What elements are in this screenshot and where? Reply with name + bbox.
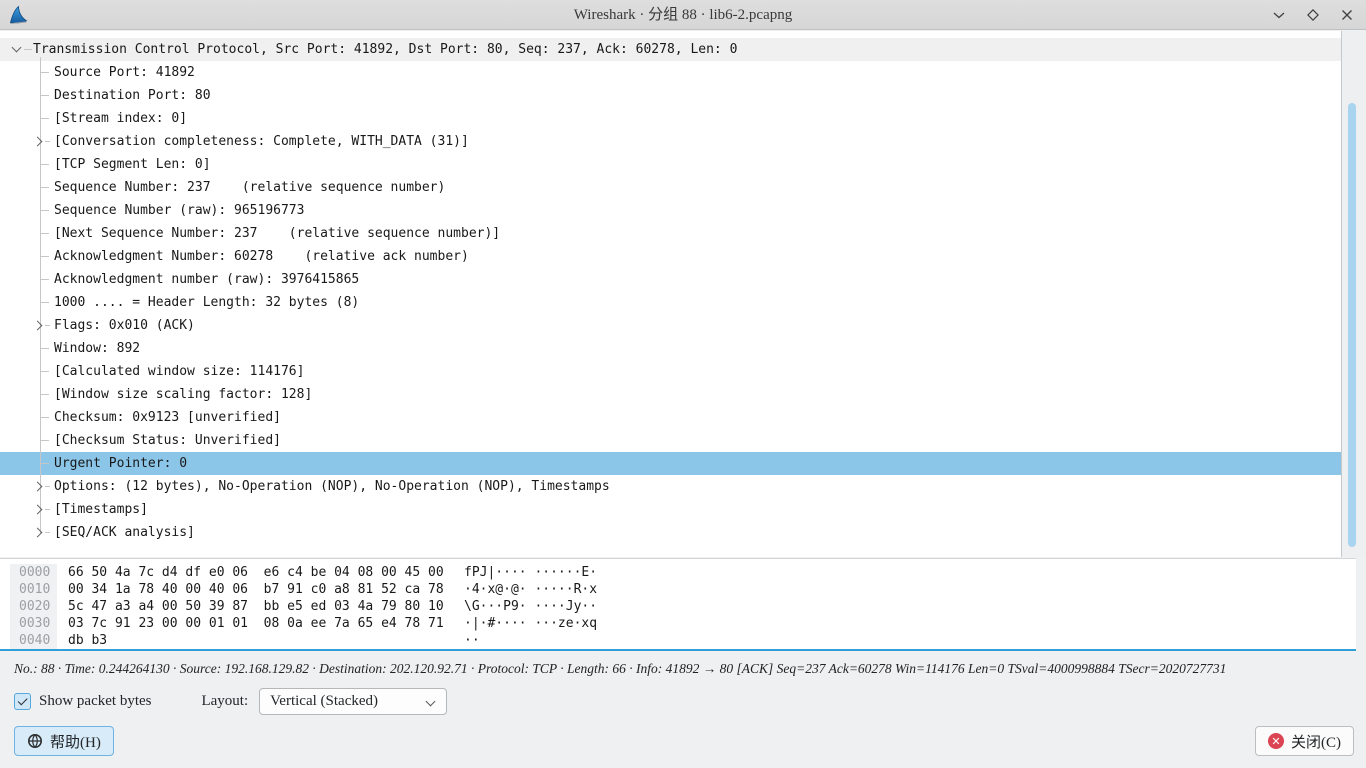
tree-row[interactable]: [Calculated window size: 114176]: [0, 360, 1341, 383]
hex-row[interactable]: 0000 66 50 4a 7c d4 df e0 06 e6 c4 be 04…: [0, 564, 1356, 581]
hex-row[interactable]: 0030 03 7c 91 23 00 00 01 01 08 0a ee 7a…: [0, 615, 1356, 632]
hex-ascii[interactable]: ·4·x@·@· ·····R·x: [464, 582, 597, 597]
tree-row[interactable]: Acknowledgment Number: 60278 (relative a…: [0, 245, 1341, 268]
tree-row[interactable]: [Conversation completeness: Complete, WI…: [0, 130, 1341, 153]
tree-row-selected[interactable]: Urgent Pointer: 0: [0, 452, 1341, 475]
close-icon: [1341, 9, 1353, 21]
packet-bytes-pane: 0000 66 50 4a 7c d4 df e0 06 e6 c4 be 04…: [0, 558, 1356, 651]
help-icon: [27, 733, 43, 749]
tree-row-label: Sequence Number: 237 (relative sequence …: [0, 180, 445, 195]
hex-offset: 0000: [10, 564, 57, 581]
tree-row-label: Transmission Control Protocol, Src Port:…: [0, 42, 737, 57]
tree-row-label: Source Port: 41892: [0, 65, 195, 80]
hex-offset: 0010: [10, 581, 57, 598]
close-dialog-button[interactable]: ✕ 关闭(C): [1255, 726, 1354, 756]
maximize-icon: [1306, 8, 1320, 22]
tree-row[interactable]: Window: 892: [0, 337, 1341, 360]
dialog-controls: Show packet bytes Layout: Vertical (Stac…: [14, 687, 447, 715]
tree-row-label: Options: (12 bytes), No-Operation (NOP),…: [0, 479, 610, 494]
tree-row-label: Flags: 0x010 (ACK): [0, 318, 195, 333]
tree-row[interactable]: Sequence Number: 237 (relative sequence …: [0, 176, 1341, 199]
tree-row[interactable]: Flags: 0x010 (ACK): [0, 314, 1341, 337]
tree-row[interactable]: Destination Port: 80: [0, 84, 1341, 107]
tree-row-label: [Next Sequence Number: 237 (relative seq…: [0, 226, 500, 241]
packet-detail-tree: Transmission Control Protocol, Src Port:…: [0, 31, 1341, 557]
tree-row-label: [SEQ/ACK analysis]: [0, 525, 195, 540]
tree-row[interactable]: Sequence Number (raw): 965196773: [0, 199, 1341, 222]
tree-row[interactable]: [Next Sequence Number: 237 (relative seq…: [0, 222, 1341, 245]
help-button[interactable]: 帮助(H): [14, 726, 114, 756]
hex-offset: 0020: [10, 598, 57, 615]
hex-row[interactable]: 0010 00 34 1a 78 40 00 40 06 b7 91 c0 a8…: [0, 581, 1356, 598]
tree-row[interactable]: Source Port: 41892: [0, 61, 1341, 84]
hex-offset: 0040: [10, 632, 57, 649]
show-packet-bytes-checkbox[interactable]: [14, 693, 31, 710]
hex-row[interactable]: 0020 5c 47 a3 a4 00 50 39 87 bb e5 ed 03…: [0, 598, 1356, 615]
hex-bytes[interactable]: 00 34 1a 78 40 00 40 06 b7 91 c0 a8 81 5…: [68, 582, 454, 597]
tree-row-label: [Conversation completeness: Complete, WI…: [0, 134, 469, 149]
tree-row[interactable]: [Checksum Status: Unverified]: [0, 429, 1341, 452]
close-dialog-icon: ✕: [1268, 733, 1284, 749]
tree-row-label: 1000 .... = Header Length: 32 bytes (8): [0, 295, 359, 310]
scrollbar-thumb[interactable]: [1348, 103, 1356, 547]
layout-select[interactable]: Vertical (Stacked): [259, 688, 447, 715]
hex-bytes[interactable]: 66 50 4a 7c d4 df e0 06 e6 c4 be 04 08 0…: [68, 565, 454, 580]
tree-row[interactable]: Checksum: 0x9123 [unverified]: [0, 406, 1341, 429]
tree-row-label: Urgent Pointer: 0: [0, 456, 187, 471]
help-button-label: 帮助(H): [50, 731, 101, 752]
tree-row-label: [Timestamps]: [0, 502, 148, 517]
hex-ascii[interactable]: fPJ|···· ······E·: [464, 565, 597, 580]
title-bar: Wireshark · 分组 88 · lib6-2.pcapng: [0, 0, 1366, 30]
tree-row[interactable]: Acknowledgment number (raw): 3976415865: [0, 268, 1341, 291]
tree-row-root[interactable]: Transmission Control Protocol, Src Port:…: [0, 38, 1341, 61]
tree-row-label: [TCP Segment Len: 0]: [0, 157, 211, 172]
tree-row[interactable]: [TCP Segment Len: 0]: [0, 153, 1341, 176]
layout-label: Layout:: [201, 693, 248, 710]
layout-selected-value: Vertical (Stacked): [270, 693, 378, 710]
tree-row[interactable]: Options: (12 bytes), No-Operation (NOP),…: [0, 475, 1341, 498]
close-window-button[interactable]: [1336, 4, 1358, 26]
scrollbar[interactable]: [1341, 31, 1366, 557]
checkmark-icon: [18, 695, 28, 705]
tree-row[interactable]: [SEQ/ACK analysis]: [0, 521, 1341, 544]
maximize-button[interactable]: [1302, 4, 1324, 26]
hex-offset: 0030: [10, 615, 57, 632]
hex-ascii[interactable]: \G···P9· ····Jy··: [464, 599, 597, 614]
tree-row-label: [Stream index: 0]: [0, 111, 187, 126]
packet-summary-line: No.: 88 · Time: 0.244264130 · Source: 19…: [14, 661, 1354, 677]
tree-row[interactable]: 1000 .... = Header Length: 32 bytes (8): [0, 291, 1341, 314]
hex-bytes[interactable]: db b3: [68, 633, 454, 648]
tree-row-label: Acknowledgment number (raw): 3976415865: [0, 272, 359, 287]
hex-ascii[interactable]: ··: [464, 633, 480, 648]
tree-row[interactable]: [Timestamps]: [0, 498, 1341, 521]
hex-ascii[interactable]: ·|·#···· ···ze·xq: [464, 616, 597, 631]
show-packet-bytes-label[interactable]: Show packet bytes: [39, 693, 151, 710]
minimize-icon: [1273, 11, 1285, 19]
tree-row-label: Window: 892: [0, 341, 140, 356]
hex-bytes[interactable]: 03 7c 91 23 00 00 01 01 08 0a ee 7a 65 e…: [68, 616, 454, 631]
minimize-button[interactable]: [1268, 4, 1290, 26]
tree-row[interactable]: [Window size scaling factor: 128]: [0, 383, 1341, 406]
hex-row[interactable]: 0040 db b3 ··: [0, 632, 1356, 649]
close-button-label: 关闭(C): [1291, 731, 1341, 752]
window-title: Wireshark · 分组 88 · lib6-2.pcapng: [0, 0, 1366, 30]
chevron-down-icon: [426, 696, 436, 706]
tree-row-label: Destination Port: 80: [0, 88, 211, 103]
tree-row-label: Acknowledgment Number: 60278 (relative a…: [0, 249, 469, 264]
hex-bytes[interactable]: 5c 47 a3 a4 00 50 39 87 bb e5 ed 03 4a 7…: [68, 599, 454, 614]
tree-row[interactable]: [Stream index: 0]: [0, 107, 1341, 130]
